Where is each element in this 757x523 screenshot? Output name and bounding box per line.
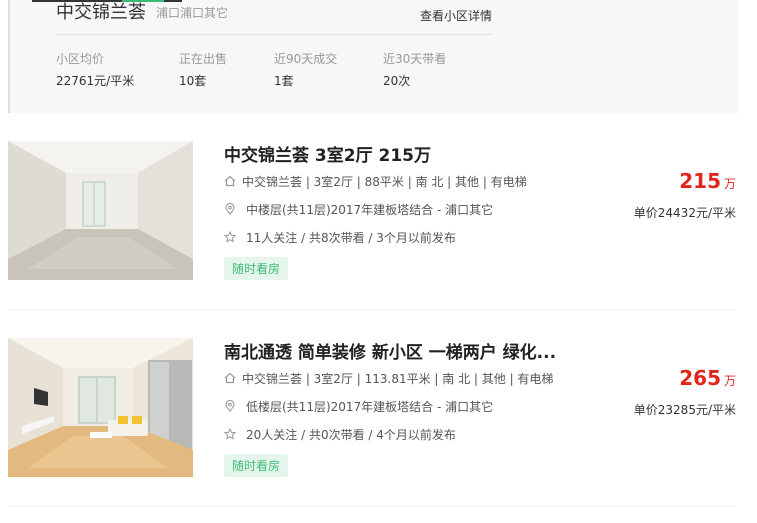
- stat-avg-price: 小区均价 22761元/平米: [56, 50, 134, 89]
- price-number: 265: [679, 366, 721, 390]
- listing-photo[interactable]: [8, 338, 193, 477]
- position-info-text: 中楼层(共11层)2017年建板塔结合 - 浦口其它: [246, 203, 494, 217]
- house-info-text[interactable]: 中交锦兰荟 | 3室2厅 | 113.81平米 | 南 北 | 其他 | 有电梯: [242, 370, 553, 387]
- viewing-tag: 随时看房: [224, 257, 289, 280]
- stat-label: 正在出售: [179, 52, 228, 66]
- star-icon: [223, 427, 238, 442]
- listing-photo[interactable]: [8, 141, 193, 280]
- community-name[interactable]: 中交锦兰荟: [56, 0, 146, 24]
- price-unit: 万: [723, 374, 736, 388]
- stat-value: 1套: [274, 74, 294, 88]
- community-detail-link[interactable]: 查看小区详情: [420, 7, 492, 24]
- community-area: 浦口浦口其它: [156, 6, 229, 20]
- community-summary-panel: 中交锦兰荟 浦口浦口其它 查看小区详情 小区均价 22761元/平米 正在出售 …: [8, 0, 738, 113]
- unit-price: 单价24432元/平米: [633, 206, 736, 220]
- location-pin-icon: [224, 399, 238, 414]
- stat-label: 近90天成交: [274, 52, 338, 66]
- stat-value: 22761元/平米: [56, 74, 135, 88]
- house-icon: [224, 372, 238, 386]
- listing-divider: [8, 309, 736, 310]
- stat-label: 近30天带看: [383, 52, 447, 66]
- house-info-text[interactable]: 中交锦兰荟 | 3室2厅 | 88平米 | 南 北 | 其他 | 有电梯: [242, 173, 527, 190]
- listing-card[interactable]: 中交锦兰荟 3室2厅 215万 中交锦兰荟 | 3室2厅 | 88平米 | 南 …: [8, 141, 736, 311]
- total-price: 215 万: [679, 169, 736, 193]
- star-icon: [223, 230, 238, 245]
- unit-price: 单价23285元/平米: [633, 403, 736, 417]
- price-unit: 万: [723, 177, 736, 191]
- listing-title[interactable]: 中交锦兰荟 3室2厅 215万: [224, 141, 431, 166]
- location-pin-icon: [224, 202, 238, 217]
- total-price: 265 万: [679, 366, 736, 390]
- stat-visits-30d: 近30天带看 20次: [383, 50, 446, 89]
- follow-info-text: 20人关注 / 共0次带看 / 4个月以前发布: [246, 428, 456, 442]
- follow-info-row: 11人关注 / 共8次带看 / 3个月以前发布: [223, 229, 456, 246]
- house-icon: [224, 175, 238, 189]
- house-info-row: 中交锦兰荟 | 3室2厅 | 88平米 | 南 北 | 其他 | 有电梯: [224, 173, 527, 190]
- position-info-row: 中楼层(共11层)2017年建板塔结合 - 浦口其它: [224, 201, 493, 218]
- listing-divider: [8, 506, 736, 507]
- position-info-text: 低楼层(共11层)2017年建板塔结合 - 浦口其它: [246, 400, 494, 414]
- position-info-row: 低楼层(共11层)2017年建板塔结合 - 浦口其它: [224, 398, 493, 415]
- stat-deals-90d: 近90天成交 1套: [274, 50, 337, 89]
- follow-info-text: 11人关注 / 共8次带看 / 3个月以前发布: [246, 231, 456, 245]
- house-info-row: 中交锦兰荟 | 3室2厅 | 113.81平米 | 南 北 | 其他 | 有电梯: [224, 370, 553, 387]
- follow-info-row: 20人关注 / 共0次带看 / 4个月以前发布: [223, 426, 456, 443]
- viewing-tag: 随时看房: [224, 454, 289, 477]
- stat-on-sale: 正在出售 10套: [179, 50, 227, 89]
- listing-title[interactable]: 南北通透 简单装修 新小区 一梯两户 绿化...: [224, 338, 556, 363]
- price-number: 215: [679, 169, 721, 193]
- listing-card[interactable]: 南北通透 简单装修 新小区 一梯两户 绿化... 中交锦兰荟 | 3室2厅 | …: [8, 338, 736, 508]
- stat-value: 20次: [383, 74, 411, 88]
- stat-label: 小区均价: [56, 52, 105, 66]
- summary-divider: [56, 34, 492, 35]
- stat-value: 10套: [179, 74, 207, 88]
